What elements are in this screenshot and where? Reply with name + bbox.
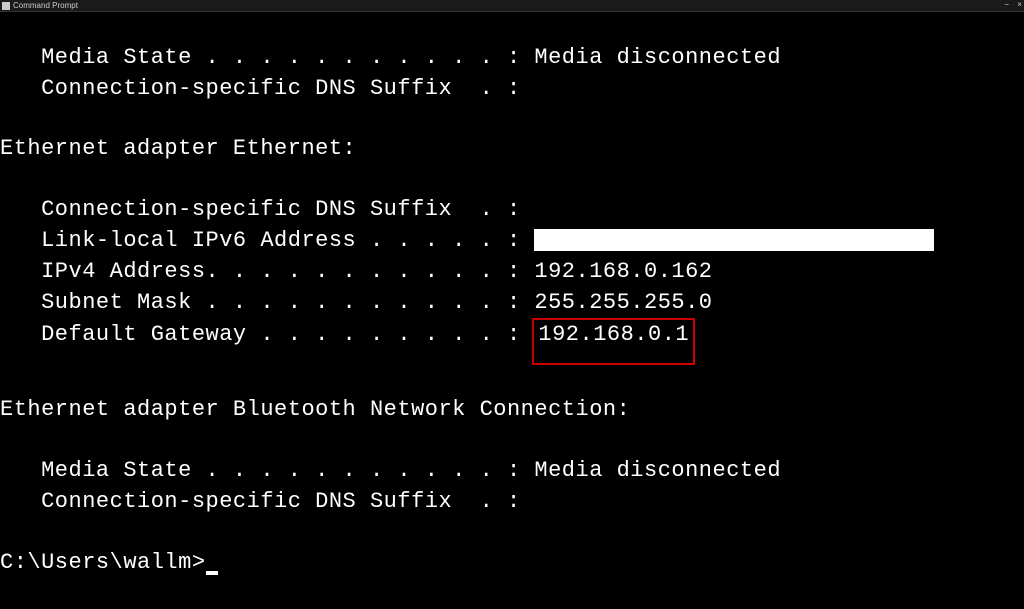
section-header: Ethernet adapter Bluetooth Network Conne…	[0, 395, 1024, 426]
output-line: Link-local IPv6 Address . . . . . :	[0, 226, 1024, 257]
output-line: IPv4 Address. . . . . . . . . . . : 192.…	[0, 257, 1024, 288]
blank-line	[0, 518, 1024, 548]
output-line: Connection-specific DNS Suffix . :	[0, 195, 1024, 226]
ipv6-label: Link-local IPv6 Address . . . . . :	[0, 228, 534, 253]
close-button[interactable]: ×	[1017, 1, 1022, 10]
output-line: Connection-specific DNS Suffix . :	[0, 487, 1024, 518]
minimize-button[interactable]: −	[1004, 1, 1009, 10]
output-line: Media State . . . . . . . . . . . : Medi…	[0, 43, 1024, 74]
output-line: Subnet Mask . . . . . . . . . . . : 255.…	[0, 288, 1024, 319]
blank-line	[0, 165, 1024, 195]
cursor	[206, 571, 218, 575]
title-left: Command Prompt	[2, 1, 78, 10]
window-title: Command Prompt	[13, 1, 78, 10]
output-line: Connection-specific DNS Suffix . :	[0, 74, 1024, 105]
window-title-bar: Command Prompt − ×	[0, 0, 1024, 12]
section-header: Ethernet adapter Ethernet:	[0, 134, 1024, 165]
terminal-content: Media State . . . . . . . . . . . : Medi…	[0, 43, 1024, 579]
highlighted-gateway: 192.168.0.1	[532, 318, 695, 365]
gateway-label: Default Gateway . . . . . . . . . :	[0, 322, 534, 347]
output-line: Default Gateway . . . . . . . . . : 192.…	[0, 318, 1024, 365]
terminal-output[interactable]: Media State . . . . . . . . . . . : Medi…	[0, 12, 1024, 609]
blank-line	[0, 365, 1024, 395]
gateway-value: 192.168.0.1	[538, 322, 689, 347]
prompt-line: C:\Users\wallm>	[0, 548, 1024, 579]
blank-line	[0, 426, 1024, 456]
window-controls: − ×	[1004, 1, 1022, 10]
redacted-ipv6	[534, 229, 934, 251]
blank-line	[0, 104, 1024, 134]
command-prompt: C:\Users\wallm>	[0, 550, 206, 575]
output-line: Media State . . . . . . . . . . . : Medi…	[0, 456, 1024, 487]
cmd-icon	[2, 2, 10, 10]
